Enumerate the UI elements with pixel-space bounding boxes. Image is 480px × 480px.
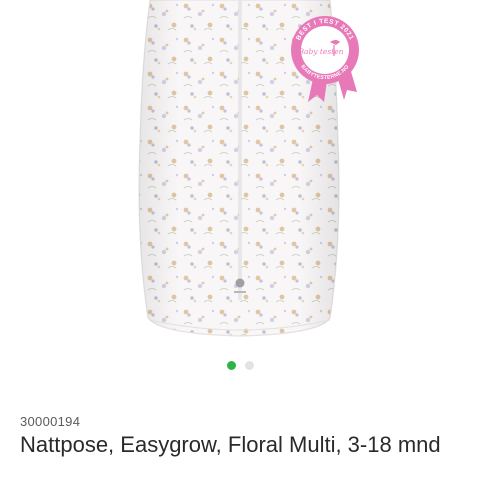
gallery-dot-2[interactable] [244,361,254,370]
best-in-test-badge: BEST I TEST 2021 BABYTESTERNE.NO Baby te… [291,16,359,102]
product-image-gallery[interactable]: BEST I TEST 2021 BABYTESTERNE.NO Baby te… [0,0,480,355]
product-title: Nattpose, Easygrow, Floral Multi, 3-18 m… [20,432,441,457]
gallery-dot-1[interactable] [226,361,236,370]
product-sku: 30000194 [20,414,81,429]
badge-brand-text: Baby testen [298,47,344,56]
product-image[interactable] [0,0,480,355]
product-page: BEST I TEST 2021 BABYTESTERNE.NO Baby te… [0,0,480,480]
gallery-pagination [0,361,480,373]
